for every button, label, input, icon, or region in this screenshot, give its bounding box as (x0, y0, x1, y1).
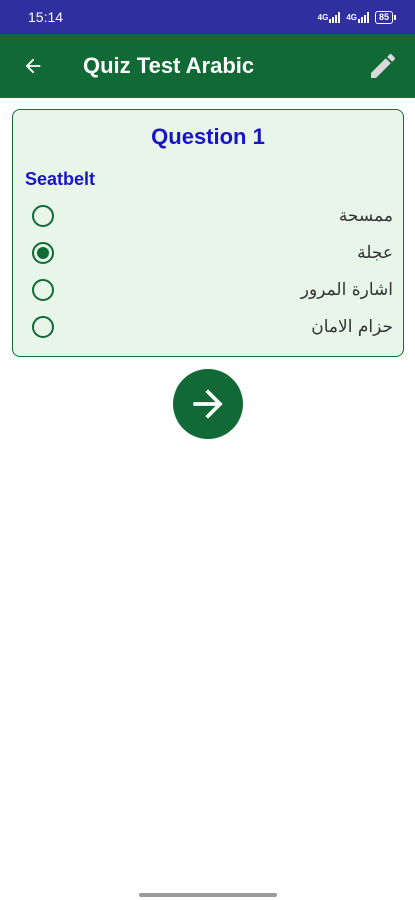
arrow-left-icon (25, 58, 41, 74)
arrow-right-icon (193, 389, 223, 419)
back-button[interactable] (0, 34, 66, 98)
answer-label: حزام الامان (311, 317, 393, 337)
status-icons: 4G 4G 85 (317, 10, 397, 24)
radio-button[interactable] (32, 279, 54, 301)
signal-label: 4G (317, 12, 329, 22)
status-bar: 15:14 4G 4G 85 (0, 0, 415, 34)
question-title: Question 1 (151, 124, 265, 149)
gesture-nav-handle[interactable] (139, 893, 277, 897)
next-button[interactable] (173, 369, 243, 439)
answer-label: ممسحة (338, 206, 393, 226)
answer-option[interactable]: ممسحة (21, 198, 397, 234)
pencil-icon (371, 53, 396, 78)
battery-level: 85 (378, 11, 389, 22)
answer-option[interactable]: عجلة (21, 235, 397, 271)
question-card: Question 1 Seatbelt ممسحة عجلة اشارة الم… (12, 109, 404, 357)
edit-button[interactable] (351, 34, 415, 98)
answer-label: عجلة (357, 243, 393, 263)
signal-icon: 4G (317, 11, 341, 23)
signal-label: 4G (346, 12, 357, 22)
status-time: 15:14 (28, 9, 64, 25)
app-bar: Quiz Test Arabic (0, 34, 415, 98)
radio-button-selected[interactable] (32, 242, 54, 264)
battery-icon: 85 (374, 10, 397, 24)
signal-icon: 4G (346, 11, 369, 23)
app-title: Quiz Test Arabic (83, 53, 255, 78)
answer-option[interactable]: اشارة المرور (21, 272, 397, 308)
question-word: Seatbelt (25, 169, 96, 189)
answer-label: اشارة المرور (300, 280, 393, 300)
radio-button[interactable] (32, 205, 54, 227)
radio-button[interactable] (32, 316, 54, 338)
answer-option[interactable]: حزام الامان (21, 309, 397, 345)
